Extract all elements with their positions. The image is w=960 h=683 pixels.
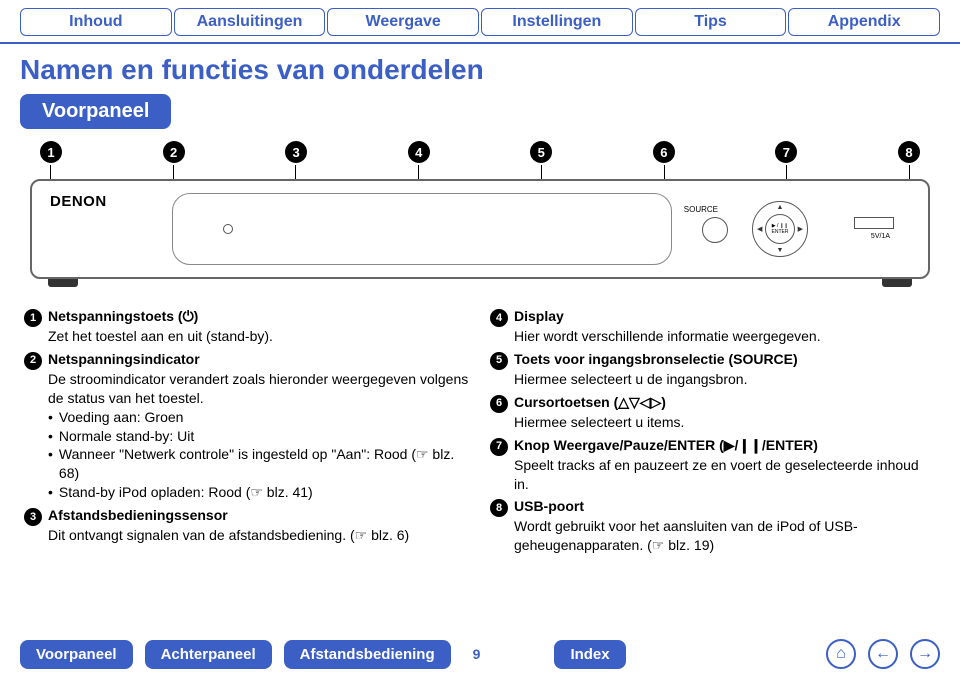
item-6-title: Cursortoetsen (△▽◁▷) — [514, 394, 666, 410]
brand-logo: DENON — [50, 193, 107, 210]
item-6-body: Hiermee selecteert u items. — [514, 413, 936, 432]
description-column-right: 4 Display Hier wordt verschillende infor… — [490, 303, 936, 555]
source-dial-icon — [702, 217, 728, 243]
item-5-body: Hiermee selecteert u de ingangsbron. — [514, 370, 936, 389]
item-1-title: Netspanningstoets (⏻) — [48, 308, 198, 324]
chevron-right-icon: ▶ — [798, 225, 803, 233]
top-tabs: Inhoud Aansluitingen Weergave Instelling… — [0, 0, 960, 44]
item-1-body: Zet het toestel aan en uit (stand-by). — [48, 327, 470, 346]
item-8-body: Wordt gebruikt voor het aansluiten van d… — [514, 517, 936, 555]
callout-2: 2 — [163, 141, 185, 163]
badge-5: 5 — [490, 352, 508, 370]
tab-tips[interactable]: Tips — [635, 8, 787, 36]
footer-index-button[interactable]: Index — [554, 640, 625, 669]
badge-2: 2 — [24, 352, 42, 370]
device-front-panel: DENON SOURCE ▲ ▼ ◀ ▶ ▶ / ❙❙ ENTER 5V/1A — [30, 179, 930, 279]
next-page-icon[interactable]: → — [910, 639, 940, 669]
callout-4: 4 — [408, 141, 430, 163]
prev-page-icon[interactable]: ← — [868, 639, 898, 669]
tab-appendix[interactable]: Appendix — [788, 8, 940, 36]
item-7-body: Speelt tracks af en pauzeert ze en voert… — [514, 456, 936, 494]
callout-1: 1 — [40, 141, 62, 163]
chevron-down-icon: ▼ — [777, 247, 784, 254]
home-icon[interactable]: ⌂ — [826, 639, 856, 669]
item-4-body: Hier wordt verschillende informatie weer… — [514, 327, 936, 346]
badge-1: 1 — [24, 309, 42, 327]
enter-center-label: ▶ / ❙❙ ENTER — [765, 214, 795, 244]
item-3-body: Dit ontvangt signalen van de afstandsbed… — [48, 526, 470, 545]
item-2-bullet-2: Wanneer "Netwerk controle" is ingesteld … — [59, 445, 470, 483]
source-label: SOURCE — [684, 205, 718, 214]
chevron-left-icon: ◀ — [757, 225, 762, 233]
page-number: 9 — [473, 646, 481, 662]
tab-aansluitingen[interactable]: Aansluitingen — [174, 8, 326, 36]
badge-7: 7 — [490, 438, 508, 456]
footer-nav: Voorpaneel Achterpaneel Afstandsbedienin… — [20, 639, 940, 669]
cursor-enter-dial-icon: ▲ ▼ ◀ ▶ ▶ / ❙❙ ENTER — [752, 201, 808, 257]
item-8-title: USB-poort — [514, 498, 584, 514]
section-label-voorpaneel: Voorpaneel — [20, 94, 171, 129]
item-3-title: Afstandsbedieningssensor — [48, 507, 228, 523]
device-feet — [48, 279, 912, 287]
footer-achterpaneel-button[interactable]: Achterpaneel — [145, 640, 272, 669]
callout-lines — [0, 165, 960, 179]
usb-port-icon — [854, 217, 894, 229]
badge-4: 4 — [490, 309, 508, 327]
footer-afstandsbediening-button[interactable]: Afstandsbediening — [284, 640, 451, 669]
item-2-body: De stroomindicator verandert zoals hiero… — [48, 370, 470, 408]
item-4-title: Display — [514, 308, 564, 324]
usb-power-label: 5V/1A — [871, 233, 890, 240]
tab-instellingen[interactable]: Instellingen — [481, 8, 633, 36]
device-display-window — [172, 193, 672, 265]
badge-3: 3 — [24, 508, 42, 526]
badge-8: 8 — [490, 499, 508, 517]
item-2-bullet-0: Voeding aan: Groen — [59, 408, 184, 427]
item-2-bullet-1: Normale stand-by: Uit — [59, 427, 194, 446]
chevron-up-icon: ▲ — [777, 204, 784, 211]
callout-7: 7 — [775, 141, 797, 163]
callout-6: 6 — [653, 141, 675, 163]
item-5-title: Toets voor ingangsbronselectie (SOURCE) — [514, 351, 798, 367]
callout-3: 3 — [285, 141, 307, 163]
badge-6: 6 — [490, 395, 508, 413]
footer-voorpaneel-button[interactable]: Voorpaneel — [20, 640, 133, 669]
page-title: Namen en functies van onderdelen — [0, 44, 960, 94]
callout-8: 8 — [898, 141, 920, 163]
tab-weergave[interactable]: Weergave — [327, 8, 479, 36]
callout-5: 5 — [530, 141, 552, 163]
device-callout-row: 1 2 3 4 5 6 7 8 — [0, 137, 960, 165]
item-2-bullet-3: Stand-by iPod opladen: Rood (☞ blz. 41) — [59, 483, 313, 502]
item-7-title: Knop Weergave/Pauze/ENTER (▶/❙❙/ENTER) — [514, 437, 818, 453]
item-2-title: Netspanningsindicator — [48, 351, 200, 367]
power-indicator-icon — [223, 224, 233, 234]
tab-inhoud[interactable]: Inhoud — [20, 8, 172, 36]
description-column-left: 1 Netspanningstoets (⏻) Zet het toestel … — [24, 303, 470, 555]
